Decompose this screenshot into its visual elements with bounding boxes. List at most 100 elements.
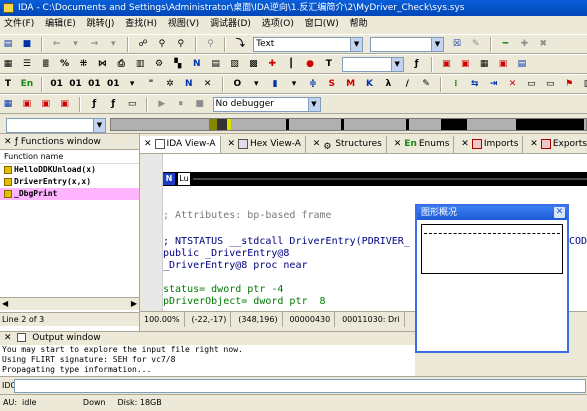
search-text-icon[interactable]: ⚲ [155, 37, 169, 51]
menu-view[interactable]: 视图(V) [164, 19, 203, 29]
function-icon[interactable]: ƒ [87, 97, 101, 111]
output-window[interactable]: You may start to explore the input file … [0, 345, 415, 376]
pen-icon[interactable]: ✎ [469, 37, 483, 51]
offset-icon[interactable]: O [230, 77, 244, 91]
tab-enums[interactable]: ✕ En Enums [390, 136, 455, 153]
code-line[interactable]: pDriverObject= dword ptr 8 [163, 296, 326, 307]
close-icon[interactable]: ✕ [530, 139, 538, 149]
search-binary-icon[interactable]: ⚲ [174, 37, 188, 51]
lambda-icon[interactable]: λ [381, 77, 395, 91]
chevron-down-icon[interactable]: ▼ [390, 58, 403, 71]
star-icon[interactable]: ✲ [163, 77, 177, 91]
nav-combo[interactable]: ▼ [6, 118, 106, 133]
forward-arrow-icon[interactable]: → [87, 37, 101, 51]
close-icon[interactable]: ✕ [461, 139, 469, 149]
func-end-icon[interactable]: ▭ [125, 97, 139, 111]
windows-icon[interactable]: ▣ [439, 57, 453, 71]
encoding-icon[interactable]: En [20, 77, 34, 91]
exports-icon[interactable]: ▣ [58, 97, 72, 111]
print-icon[interactable]: ⎙ [114, 57, 128, 71]
func-edit-icon[interactable]: ƒ [106, 97, 120, 111]
close-icon[interactable]: ✕ [227, 139, 235, 149]
secondary-combo[interactable]: ▼ [370, 37, 444, 52]
bar-icon[interactable]: ▮ [268, 77, 282, 91]
func-icon[interactable]: ƒ [410, 57, 424, 71]
x-icon[interactable]: ✕ [506, 77, 520, 91]
close-icon[interactable]: ✕ [313, 139, 321, 149]
undefine-icon[interactable]: ✕ [201, 77, 215, 91]
tab-ida-view-a[interactable]: ✕ IDA View-A [140, 136, 221, 153]
bar-dropdown-icon[interactable]: ▾ [287, 77, 301, 91]
tile-icon[interactable]: ▦ [477, 57, 491, 71]
save-icon[interactable]: ■ [20, 37, 34, 51]
close-icon[interactable]: ✕ [4, 333, 12, 343]
close-icon[interactable]: ✖ [536, 37, 550, 51]
chevron-down-icon[interactable]: ▼ [350, 38, 363, 51]
menu-debugger[interactable]: 调试器(D) [206, 19, 255, 29]
page-alt-icon[interactable]: ▭ [543, 77, 557, 91]
layers-icon[interactable]: ≣ [39, 57, 53, 71]
split-icon[interactable]: ≑ [306, 77, 320, 91]
chevron-down-icon[interactable]: ▼ [431, 38, 443, 51]
offset-data-icon[interactable]: ▾ [249, 77, 263, 91]
menu-windows[interactable]: 窗口(W) [301, 19, 343, 29]
close-icon[interactable]: ✕ [554, 207, 565, 218]
graph-overview-icon[interactable]: ▚ [171, 57, 185, 71]
graph-overview-viewport[interactable] [421, 224, 563, 274]
pencil-icon[interactable]: ✎ [419, 77, 433, 91]
text-search-combo[interactable]: Text ▼ [253, 37, 364, 52]
scroll-left-icon[interactable]: ◀ [2, 299, 8, 308]
jump-icon[interactable]: ⤵ [233, 37, 247, 51]
close-icon[interactable]: ✕ [394, 139, 402, 149]
graph-icon[interactable]: ⁜ [77, 57, 91, 71]
code-line[interactable]: ; NTSTATUS __stdcall DriverEntry(PDRIVER… [163, 236, 410, 247]
back-arrow-icon[interactable]: ← [50, 37, 64, 51]
tab-hex-view-a[interactable]: ✕ Hex View-A [223, 136, 306, 153]
checkbox-icon[interactable]: ☒ [450, 37, 464, 51]
menu-file[interactable]: 文件(F) [0, 19, 38, 29]
struct-view-icon[interactable]: ▣ [20, 97, 34, 111]
array-icon[interactable]: ▩ [246, 57, 260, 71]
function-name-column-header[interactable]: Function name [0, 150, 139, 164]
idc-input[interactable] [14, 379, 586, 393]
forward-dropdown-icon[interactable]: ▾ [106, 37, 120, 51]
function-item-selected[interactable]: _DbgPrint [0, 188, 139, 200]
refresh-icon[interactable]: ▣ [496, 57, 510, 71]
debugger-combo[interactable]: No debugger ▼ [212, 97, 321, 112]
list-icon[interactable]: ☰ [20, 57, 34, 71]
pipe-icon[interactable]: ┃ [284, 57, 298, 71]
byte-icon[interactable]: 01 [106, 77, 120, 91]
data-icon[interactable]: 01 [69, 77, 83, 91]
navigation-band[interactable] [110, 118, 587, 131]
menu-search[interactable]: 查找(H) [121, 19, 161, 29]
sign-s-icon[interactable]: S [325, 77, 339, 91]
tab-exports[interactable]: ✕ Exports [526, 136, 587, 153]
horizontal-scrollbar[interactable]: ◀ ▶ [0, 297, 139, 310]
tab-imports[interactable]: ✕ Imports [457, 136, 524, 153]
percent-icon[interactable]: % [58, 57, 72, 71]
menu-options[interactable]: 选项(O) [258, 19, 298, 29]
stop-icon[interactable]: ■ [193, 97, 207, 111]
cmd-icon[interactable]: ⇆ [468, 77, 482, 91]
menu-edit[interactable]: 编辑(E) [41, 19, 80, 29]
text-icon[interactable]: T [1, 77, 15, 91]
chevron-down-icon[interactable]: ▼ [307, 98, 320, 111]
segments-icon[interactable]: ▤ [515, 57, 529, 71]
segment-icon[interactable]: ▧ [228, 57, 242, 71]
brush-icon[interactable]: ▥ [581, 77, 587, 91]
play-icon[interactable]: ▶ [155, 97, 169, 111]
code-line[interactable]: status= dword ptr -4 [163, 284, 283, 295]
function-item[interactable]: HelloDDKUnload(x) [0, 164, 139, 176]
function-item[interactable]: DriverEntry(x,x) [0, 176, 139, 188]
scroll-right-icon[interactable]: ▶ [131, 299, 137, 308]
arrow-right-icon[interactable]: ⇥ [487, 77, 501, 91]
hide-icon[interactable]: ● [303, 57, 317, 71]
flow-icon[interactable]: ⋈ [95, 57, 109, 71]
data-alt-icon[interactable]: 01 [87, 77, 101, 91]
calc-icon[interactable]: ▦ [1, 97, 15, 111]
settings-icon[interactable]: ⚙ [152, 57, 166, 71]
slash-icon[interactable]: / [400, 77, 414, 91]
t-icon[interactable]: T [322, 57, 336, 71]
hex-icon[interactable]: ▦ [1, 57, 15, 71]
search-next-icon[interactable]: ⚲ [204, 37, 218, 51]
